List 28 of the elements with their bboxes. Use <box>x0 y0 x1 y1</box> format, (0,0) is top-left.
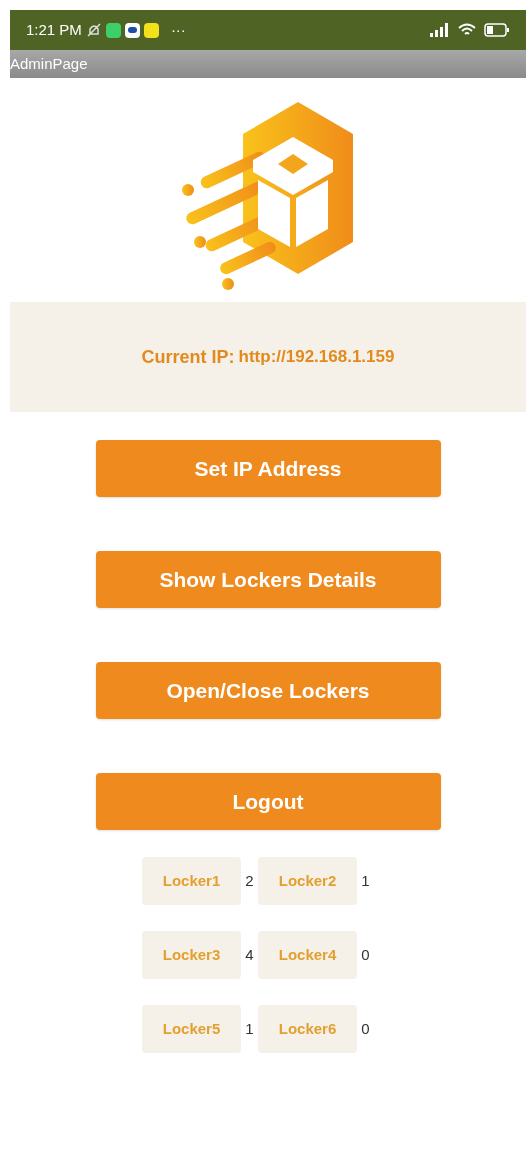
signal-icon <box>430 23 450 37</box>
ip-value: http://192.168.1.159 <box>238 346 395 369</box>
locker-button[interactable]: Locker4 <box>258 931 357 979</box>
locker-count: 4 <box>244 944 255 965</box>
locker-count: 1 <box>360 870 371 891</box>
app-icon <box>105 22 121 38</box>
window-title: AdminPage <box>10 53 88 74</box>
locker-button[interactable]: Locker3 <box>142 931 241 979</box>
app-icon <box>143 22 159 38</box>
locker-button[interactable]: Locker2 <box>258 857 357 905</box>
locker-button[interactable]: Locker6 <box>258 1005 357 1053</box>
action-button[interactable]: Open/Close Lockers <box>95 662 441 719</box>
bell-off-icon <box>85 22 102 38</box>
locker-button[interactable]: Locker1 <box>142 857 241 905</box>
battery-icon <box>484 23 510 37</box>
locker-count: 1 <box>244 1018 255 1039</box>
wifi-icon <box>458 23 476 37</box>
locker-button[interactable]: Locker5 <box>142 1005 241 1053</box>
action-button[interactable]: Logout <box>95 773 441 830</box>
action-button[interactable]: Set IP Address <box>95 440 441 497</box>
app-icon <box>124 22 140 38</box>
action-button[interactable]: Show Lockers Details <box>95 551 441 608</box>
more-notifications: ··· <box>170 19 186 40</box>
ip-label: Current IP: <box>141 345 235 369</box>
locker-count: 2 <box>244 870 255 891</box>
locker-count: 0 <box>360 1018 371 1039</box>
status-time: 1:21 PM <box>26 19 82 40</box>
locker-count: 0 <box>360 944 371 965</box>
